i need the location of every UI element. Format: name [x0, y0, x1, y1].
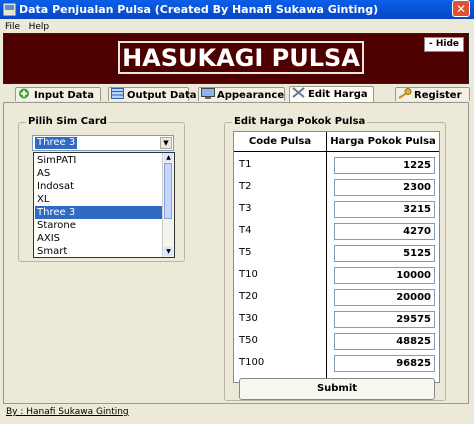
column-header-price: Harga Pokok Pulsa: [327, 132, 439, 152]
app-icon: [3, 3, 16, 16]
harga-table: Code Pulsa Harga Pokok Pulsa T1 1225 T2 …: [233, 131, 440, 383]
close-button[interactable]: ✕: [452, 0, 470, 17]
sim-card-select[interactable]: Three 3 ▼: [32, 135, 174, 151]
list-item[interactable]: Starone: [35, 219, 163, 232]
tab-bar: Input Data Output Data Appearance Edit H…: [0, 86, 474, 102]
tab-label: Input Data: [34, 90, 94, 101]
price-input[interactable]: 10000: [334, 267, 435, 284]
price-input[interactable]: 1225: [334, 157, 435, 174]
key-icon: [398, 88, 412, 99]
hide-button[interactable]: - Hide: [423, 37, 464, 52]
submit-button[interactable]: Submit: [239, 378, 435, 400]
table-icon: [111, 88, 124, 99]
banner-title: HASUKAGI PULSA: [122, 44, 360, 72]
code-label: T20: [239, 291, 258, 302]
sim-card-selected-value: Three 3: [35, 137, 78, 149]
plus-icon: [19, 88, 29, 99]
code-label: T30: [239, 313, 258, 324]
menu-help[interactable]: Help: [29, 20, 50, 34]
tab-input-data[interactable]: Input Data: [15, 87, 101, 101]
tab-appearance[interactable]: Appearance: [198, 87, 285, 101]
list-item[interactable]: AS: [35, 167, 163, 180]
dropdown-button[interactable]: ▼: [160, 137, 172, 149]
tab-label: Edit Harga: [308, 89, 368, 100]
code-label: T50: [239, 335, 258, 346]
price-input[interactable]: 96825: [334, 355, 435, 372]
list-item[interactable]: AXIS: [35, 232, 163, 245]
sim-card-label: Pilih Sim Card: [26, 116, 109, 127]
sim-card-dropdown-list[interactable]: SimPATI AS Indosat XL Three 3 Starone AX…: [33, 152, 175, 258]
code-label: T1: [239, 159, 252, 170]
price-input[interactable]: 3215: [334, 201, 435, 218]
author-credit: By : Hanafi Sukawa Ginting: [6, 407, 129, 417]
tab-output-data[interactable]: Output Data: [108, 87, 197, 101]
price-input[interactable]: 29575: [334, 311, 435, 328]
app-window: Data Penjualan Pulsa (Created By Hanafi …: [0, 0, 474, 424]
tools-icon: [292, 87, 305, 98]
scroll-thumb[interactable]: [164, 163, 172, 219]
code-label: T4: [239, 225, 252, 236]
price-input[interactable]: 48825: [334, 333, 435, 350]
window-title: Data Penjualan Pulsa (Created By Hanafi …: [19, 3, 379, 16]
tab-label: Register: [414, 90, 462, 101]
column-header-code: Code Pulsa: [234, 132, 326, 152]
list-item-selected[interactable]: Three 3: [35, 206, 163, 219]
code-label: T3: [239, 203, 252, 214]
tab-label: Appearance: [217, 90, 285, 101]
code-label: T5: [239, 247, 252, 258]
banner-frame: HASUKAGI PULSA: [118, 41, 364, 74]
chevron-down-icon: ▼: [163, 139, 169, 147]
menu-file[interactable]: File: [5, 20, 20, 34]
tab-register[interactable]: Register: [395, 87, 470, 101]
scroll-down-icon[interactable]: ▼: [164, 247, 173, 256]
harga-group-label: Edit Harga Pokok Pulsa: [232, 116, 368, 127]
list-item[interactable]: SimPATI: [35, 154, 163, 167]
price-input[interactable]: 4270: [334, 223, 435, 240]
price-input[interactable]: 2300: [334, 179, 435, 196]
monitor-icon: [201, 88, 215, 99]
close-icon: ✕: [455, 2, 467, 16]
price-input[interactable]: 5125: [334, 245, 435, 262]
code-label: T2: [239, 181, 252, 192]
list-item[interactable]: Indosat: [35, 180, 163, 193]
column-divider: [326, 132, 327, 382]
title-bar: Data Penjualan Pulsa (Created By Hanafi …: [0, 0, 474, 19]
banner: HASUKAGI PULSA - Hide: [3, 33, 469, 84]
dropdown-scrollbar[interactable]: ▲ ▼: [162, 153, 174, 257]
code-label: T10: [239, 269, 258, 280]
price-input[interactable]: 20000: [334, 289, 435, 306]
tab-edit-harga[interactable]: Edit Harga: [289, 86, 374, 102]
list-item[interactable]: XL: [35, 193, 163, 206]
list-item[interactable]: Smart: [35, 245, 163, 258]
tab-label: Output Data: [127, 90, 197, 101]
menu-bar: File Help: [0, 19, 474, 33]
scroll-up-icon[interactable]: ▲: [164, 153, 173, 162]
code-label: T100: [239, 357, 265, 368]
